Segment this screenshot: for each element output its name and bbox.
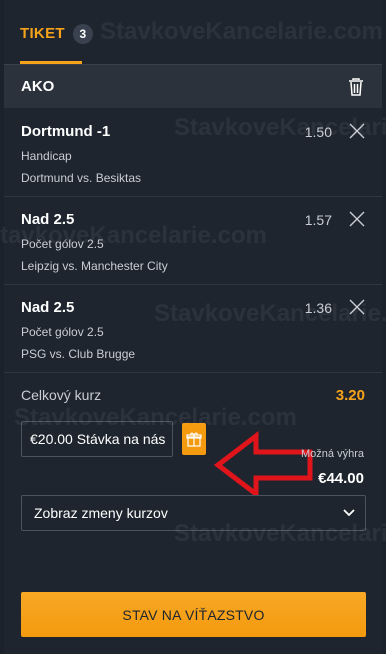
bet-selection: Dortmund -1 [21, 123, 111, 140]
bet-market: Počet gólov 2.5 [21, 325, 104, 339]
bet-match: PSG vs. Club Brugge [21, 347, 136, 361]
total-odds-label: Celkový kurz [21, 387, 102, 403]
bet-market: Počet gólov 2.5 [21, 237, 104, 251]
total-odds-row: Celkový kurz 3.20 [4, 372, 382, 418]
stake-value: €20.00 Stávka na nás [30, 431, 166, 447]
gift-icon [186, 432, 202, 447]
bet-match: Dortmund vs. Besiktas [21, 171, 142, 185]
bet-selection: Nad 2.5 [21, 211, 75, 228]
close-icon[interactable] [349, 299, 365, 315]
gift-button[interactable] [182, 423, 206, 455]
tab-ticket-count-badge: 3 [72, 24, 93, 44]
bet-item: Dortmund -1 Handicap Dortmund vs. Besikt… [4, 109, 382, 197]
total-odds-value: 3.20 [335, 386, 365, 404]
trash-icon[interactable] [348, 77, 364, 96]
bet-type-title: AKO [21, 78, 55, 95]
potential-win-value: €44.00 [318, 470, 364, 487]
bet-item: Nad 2.5 Počet gólov 2.5 Leipzig vs. Manc… [4, 197, 382, 285]
close-icon[interactable] [349, 211, 365, 227]
place-bet-button[interactable]: STAV NA VÍŤAZSTVO [21, 592, 366, 637]
bet-odds: 1.36 [304, 300, 332, 316]
bet-odds: 1.50 [304, 124, 332, 140]
tab-ticket[interactable]: TIKET 3 [20, 20, 93, 64]
bet-type-header: AKO [4, 64, 382, 108]
ticket-panel: TIKET 3 AKO Dortmund -1 Handicap Dortmun… [0, 0, 386, 654]
chevron-down-icon [343, 509, 355, 517]
bet-odds: 1.57 [304, 212, 332, 228]
stake-input[interactable]: €20.00 Stávka na nás [21, 421, 173, 457]
odds-changes-selected: Zobraz zmeny kurzov [34, 505, 168, 521]
place-bet-label: STAV NA VÍŤAZSTVO [122, 606, 265, 623]
bet-item: Nad 2.5 Počet gólov 2.5 PSG vs. Club Bru… [4, 285, 382, 373]
red-arrow-annotation [214, 430, 313, 500]
tab-ticket-label: TIKET [20, 25, 65, 42]
potential-win-label: Možná výhra [301, 448, 364, 460]
bet-selection: Nad 2.5 [21, 299, 75, 316]
close-icon[interactable] [349, 123, 365, 139]
bet-match: Leipzig vs. Manchester City [21, 259, 168, 273]
bet-market: Handicap [21, 149, 72, 163]
odds-changes-select[interactable]: Zobraz zmeny kurzov [21, 495, 366, 531]
tab-bar: TIKET 3 [4, 0, 382, 64]
